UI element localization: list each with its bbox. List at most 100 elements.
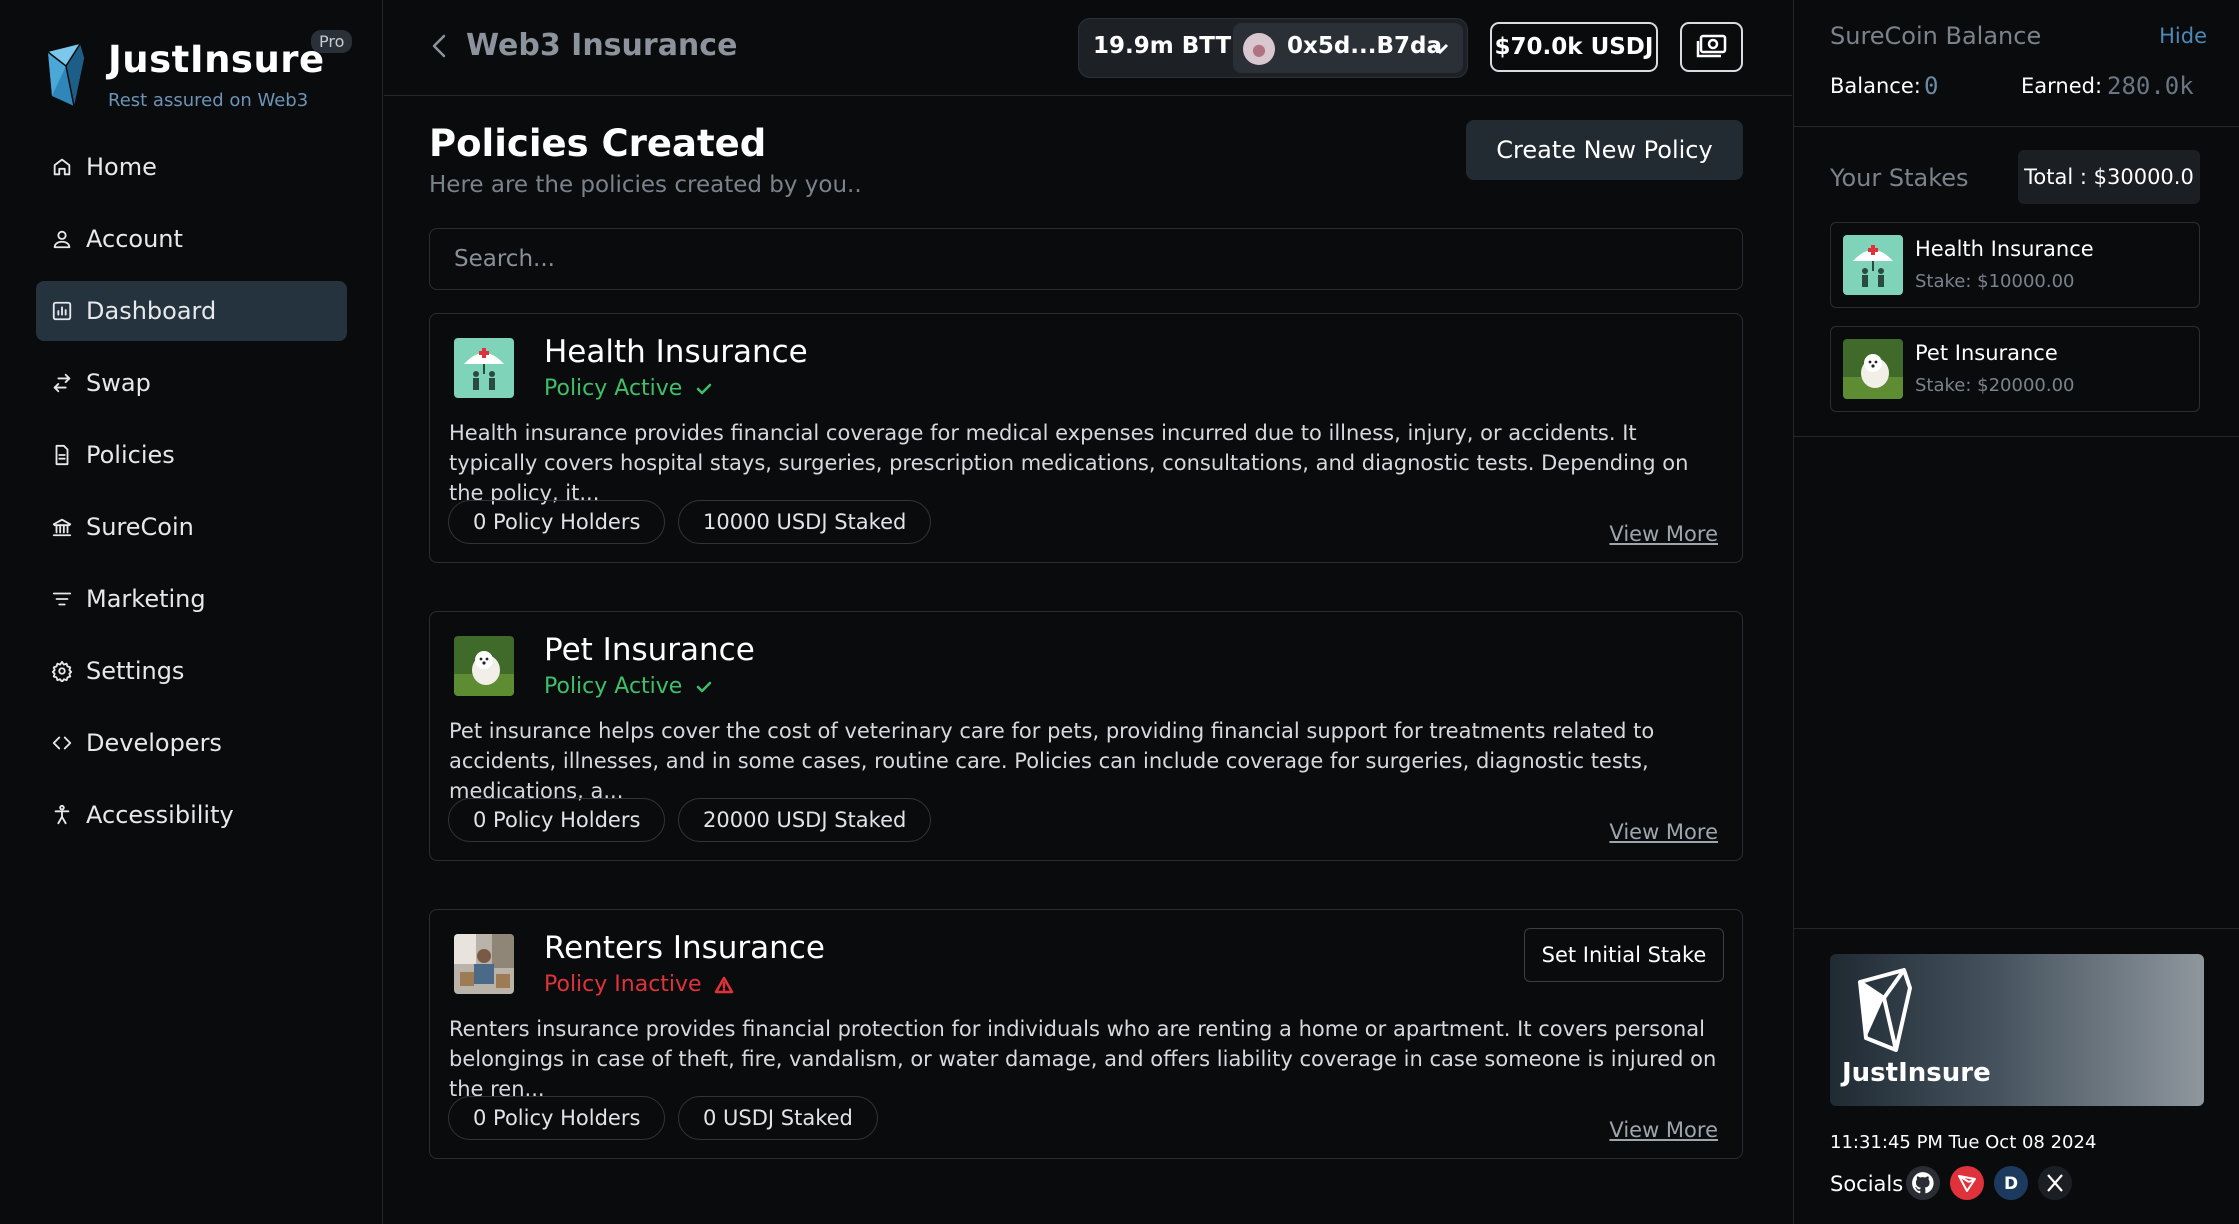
surecoin-balance-heading: SureCoin Balance [1830,22,2042,50]
status-badge: Policy Active [544,674,714,699]
search-input[interactable] [429,228,1743,290]
policy-title: Renters Insurance [544,930,825,966]
sidebar-item-label: Settings [86,657,185,685]
stake-amount: Stake: $20000.00 [1915,375,2075,396]
github-icon[interactable] [1906,1166,1940,1200]
brand-logo-icon [47,44,84,106]
earned-label: Earned: [2021,74,2103,98]
policy-status: Policy Inactive [544,972,702,997]
policy-card-renters: Renters Insurance Policy Inactive Set In… [429,909,1743,1159]
back-arrow-icon[interactable] [428,32,454,62]
view-more-link[interactable]: View More [1609,522,1718,546]
brand-name: JustInsure [108,38,325,81]
avatar: ● [1243,33,1275,65]
socials-label: Socials [1830,1172,1904,1196]
view-more-link[interactable]: View More [1609,1118,1718,1142]
brand[interactable]: JustInsure Pro Rest assured on Web3 [44,30,354,118]
home-icon [50,155,74,179]
divider [1794,126,2239,127]
sidebar-item-label: Policies [86,441,175,469]
filter-icon [50,587,74,611]
policy-card-health: Health Insurance Policy Active Health in… [429,313,1743,563]
sidebar-item-surecoin[interactable]: SureCoin [36,497,347,557]
page-subtitle: Here are the policies created by you.. [429,172,862,198]
promo-brand-name: JustInsure [1842,1058,1991,1088]
sidebar-item-accessibility[interactable]: Accessibility [36,785,347,845]
set-initial-stake-button[interactable]: Set Initial Stake [1524,928,1724,982]
sidebar-item-label: Dashboard [86,297,217,325]
x-icon[interactable] [2038,1166,2072,1200]
wallet-address: 0x5d...B7da [1287,33,1443,59]
page-title: Policies Created [429,122,767,165]
sidebar-item-dashboard[interactable]: Dashboard [36,281,347,341]
right-panel: SureCoin Balance Hide Balance: 0 Earned:… [1793,0,2239,1224]
tron-icon[interactable] [1950,1166,1984,1200]
staked-pill: 10000 USDJ Staked [678,500,932,544]
sidebar-item-policies[interactable]: Policies [36,425,347,485]
cash-button[interactable] [1680,22,1743,72]
health-insurance-thumbnail [454,338,514,398]
stake-card-pet[interactable]: Pet Insurance Stake: $20000.00 [1830,326,2200,412]
stake-name: Health Insurance [1915,237,2094,261]
pro-badge: Pro [311,30,353,53]
policy-card-pet: Pet Insurance Policy Active Pet insuranc… [429,611,1743,861]
header-title: Web3 Insurance [466,28,738,63]
policy-description: Pet insurance helps cover the cost of ve… [449,719,1655,803]
warning-icon [714,975,734,995]
svg-text:D: D [2004,1174,2018,1194]
btt-balance: 19.9m BTT [1093,33,1232,59]
wallet-group: 19.9m BTT ● 0x5d...B7da [1078,18,1468,78]
your-stakes-heading: Your Stakes [1830,164,1969,192]
chart-icon [50,299,74,323]
wallet-address-dropdown[interactable]: ● 0x5d...B7da [1233,23,1463,73]
user-icon [50,227,74,251]
sidebar-item-marketing[interactable]: Marketing [36,569,347,629]
staked-pill: 0 USDJ Staked [678,1096,878,1140]
view-more-link[interactable]: View More [1609,820,1718,844]
check-icon [694,677,714,697]
divider [1794,436,2239,437]
cash-icon [1696,34,1726,58]
chevron-down-icon [1429,37,1451,59]
balance-value: 0 [1924,72,1939,100]
staked-pill: 20000 USDJ Staked [678,798,932,842]
usdj-balance-button[interactable]: $70.0k USDJ [1490,22,1658,72]
brand-logo-icon [1858,968,1912,1052]
create-policy-button[interactable]: Create New Policy [1466,120,1743,180]
sidebar-item-swap[interactable]: Swap [36,353,347,413]
policy-holders-pill: 0 Policy Holders [448,798,666,842]
pet-insurance-thumbnail [1843,339,1903,399]
policy-status: Policy Active [544,376,683,401]
datetime: 11:31:45 PM Tue Oct 08 2024 [1830,1132,2097,1153]
stakes-total-badge: Total : $30000.0 [2018,150,2200,204]
stake-amount: Stake: $10000.00 [1915,271,2075,292]
sidebar-item-developers[interactable]: Developers [36,713,347,773]
policy-holders-pill: 0 Policy Holders [448,500,666,544]
sidebar-item-home[interactable]: Home [36,137,347,197]
renters-insurance-thumbnail [454,934,514,994]
gear-icon [50,659,74,683]
policy-title: Pet Insurance [544,632,755,668]
sidebar-item-account[interactable]: Account [36,209,347,269]
swap-icon [50,371,74,395]
sidebar-nav: Home Account Dashboard Swap Policies Sur… [36,137,347,857]
sidebar: JustInsure Pro Rest assured on Web3 Home… [0,0,383,1224]
stake-name: Pet Insurance [1915,341,2058,365]
accessibility-icon [50,803,74,827]
policy-holders-pill: 0 Policy Holders [448,1096,666,1140]
policy-description: Renters insurance provides financial pro… [449,1017,1717,1101]
sidebar-item-label: Marketing [86,585,206,613]
document-icon [50,443,74,467]
pet-insurance-thumbnail [454,636,514,696]
policy-description: Health insurance provides financial cove… [449,421,1689,505]
promo-banner[interactable]: JustInsure [1830,954,2204,1106]
d-icon[interactable]: D [1994,1166,2028,1200]
health-insurance-thumbnail [1843,235,1903,295]
status-badge: Policy Inactive [544,972,734,997]
stake-card-health[interactable]: Health Insurance Stake: $10000.00 [1830,222,2200,308]
sidebar-item-settings[interactable]: Settings [36,641,347,701]
sidebar-item-label: SureCoin [86,513,194,541]
code-icon [50,731,74,755]
hide-link[interactable]: Hide [2159,24,2207,48]
check-icon [694,379,714,399]
